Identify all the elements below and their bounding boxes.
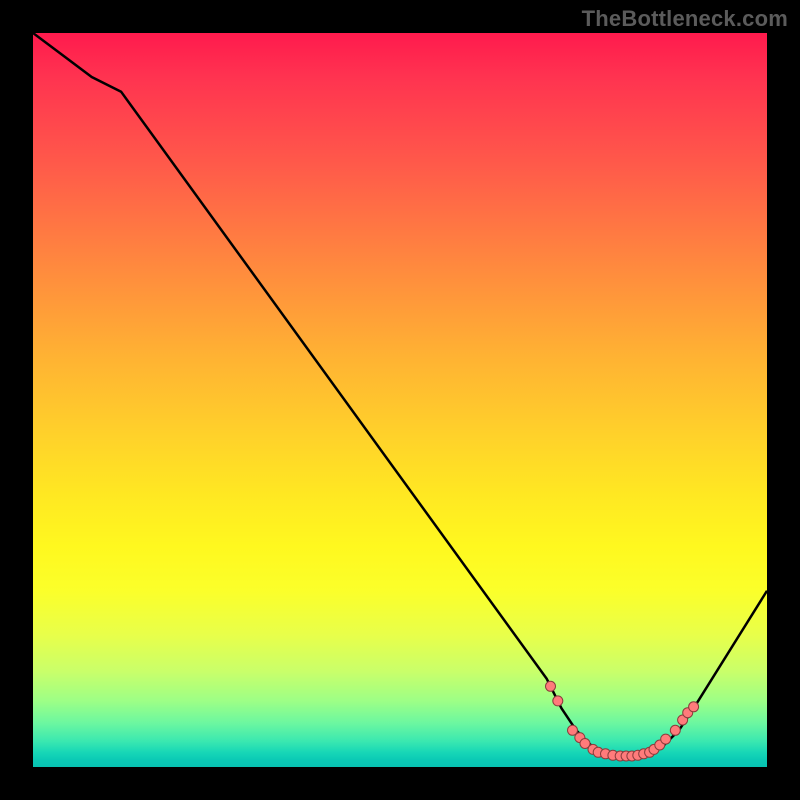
chart-svg	[33, 33, 767, 767]
marker-point	[553, 696, 563, 706]
marker-point	[670, 725, 680, 735]
marker-points	[546, 681, 699, 761]
marker-point	[546, 681, 556, 691]
marker-point	[661, 734, 671, 744]
plot-area	[33, 33, 767, 767]
marker-point	[689, 702, 699, 712]
watermark-text: TheBottleneck.com	[582, 6, 788, 32]
chart-frame: TheBottleneck.com	[0, 0, 800, 800]
bottleneck-curve	[33, 33, 767, 756]
